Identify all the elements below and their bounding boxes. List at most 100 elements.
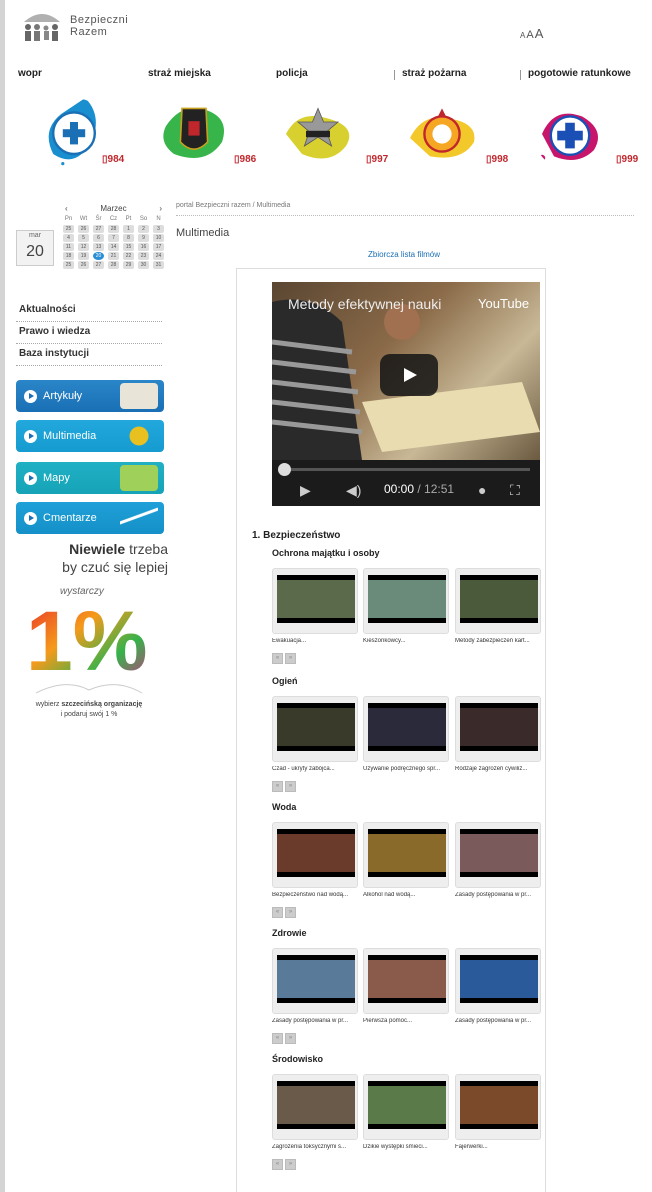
calendar-day[interactable]: 29 (121, 261, 136, 270)
progress-knob[interactable] (278, 463, 291, 476)
calendar-day[interactable]: 1 (121, 225, 136, 234)
video-caption[interactable]: Zasady postępowania w pr... (455, 1018, 543, 1024)
calendar-day[interactable]: 4 (61, 234, 76, 243)
calendar-day[interactable]: 17 (151, 243, 166, 252)
calendar-day[interactable]: 15 (121, 243, 136, 252)
service-policja[interactable]: policja ▯997 (276, 68, 402, 188)
pager-next-button[interactable]: » (285, 907, 296, 918)
play-control-icon[interactable]: ▶ (300, 482, 311, 499)
calendar-day[interactable]: 31 (151, 261, 166, 270)
video-caption[interactable]: Czad - ukryty zabójca... (272, 766, 360, 772)
volume-icon[interactable]: ◀) (346, 482, 361, 499)
play-icon[interactable] (380, 354, 438, 396)
pager-prev-button[interactable]: « (272, 907, 283, 918)
video-thumbnail[interactable] (272, 696, 358, 762)
pager-next-button[interactable]: » (285, 653, 296, 664)
clock-icon[interactable]: ● (478, 482, 486, 498)
video-thumbnail[interactable] (363, 568, 449, 634)
calendar-day[interactable]: 8 (121, 234, 136, 243)
pager-next-button[interactable]: » (285, 781, 296, 792)
video-thumbnail[interactable] (455, 568, 541, 634)
multimedia-button[interactable]: Multimedia (16, 420, 164, 452)
video-thumbnail[interactable] (272, 822, 358, 888)
video-caption[interactable]: Używanie podręcznego spr... (363, 766, 451, 772)
youtube-logo[interactable]: YouTube (478, 296, 529, 311)
calendar-day[interactable]: 22 (121, 252, 136, 261)
nav-item-aktualnosci[interactable]: Aktualności (16, 300, 162, 322)
calendar-day[interactable]: 25 (61, 261, 76, 270)
video-caption[interactable]: Fajerwerki... (455, 1144, 543, 1150)
calendar-day[interactable]: 21 (106, 252, 121, 261)
video-thumbnail[interactable] (363, 696, 449, 762)
calendar-day[interactable]: 13 (91, 243, 106, 252)
nav-item-prawo[interactable]: Prawo i wiedza (16, 322, 162, 344)
font-large-button[interactable]: A (535, 26, 544, 41)
calendar-day[interactable]: 23 (136, 252, 151, 261)
service-straz-miejska[interactable]: straż miejska ▯986 (148, 68, 274, 188)
video-caption[interactable]: Kieszonkowcy... (363, 638, 451, 644)
video-title[interactable]: Metody efektywnej nauki (288, 296, 441, 312)
calendar-day[interactable]: 2 (136, 225, 151, 234)
calendar-day[interactable]: 27 (91, 225, 106, 234)
font-small-button[interactable]: A (520, 31, 525, 40)
video-caption[interactable]: Rodzaje zagrożeń cywiliz... (455, 766, 543, 772)
calendar-day[interactable]: 6 (91, 234, 106, 243)
video-caption[interactable]: Pierwsza pomoc... (363, 1018, 451, 1024)
calendar-prev-button[interactable]: ‹ (65, 204, 68, 216)
video-caption[interactable]: Dzikie występki śmieci... (363, 1144, 451, 1150)
calendar-day[interactable]: 26 (76, 261, 91, 270)
calendar-day[interactable]: 28 (106, 225, 121, 234)
calendar-day[interactable]: 24 (151, 252, 166, 261)
video-thumbnail[interactable] (455, 1074, 541, 1140)
service-pogotowie[interactable]: pogotowie ratunkowe ▯999 (520, 68, 652, 188)
video-thumbnail[interactable] (363, 1074, 449, 1140)
video-caption[interactable]: Bezpieczeństwo nad wodą... (272, 892, 360, 898)
video-caption[interactable]: Ewakuacja... (272, 638, 360, 644)
progress-bar[interactable] (282, 468, 530, 471)
one-percent-graphic[interactable]: 1% (26, 594, 152, 708)
pager-prev-button[interactable]: « (272, 1159, 283, 1170)
calendar-day[interactable]: 27 (91, 261, 106, 270)
calendar-day[interactable]: 7 (106, 234, 121, 243)
video-thumbnail[interactable] (272, 568, 358, 634)
service-wopr[interactable]: wopr ▯984 (18, 68, 144, 188)
calendar-day[interactable]: 9 (136, 234, 151, 243)
pager-next-button[interactable]: » (285, 1033, 296, 1044)
calendar-day[interactable]: 28 (106, 261, 121, 270)
calendar-day[interactable]: 19 (76, 252, 91, 261)
pager-next-button[interactable]: » (285, 1159, 296, 1170)
video-player[interactable]: Metody efektywnej nauki YouTube ▶ ◀) 00:… (272, 282, 540, 506)
calendar-day[interactable]: 10 (151, 234, 166, 243)
calendar-day[interactable]: 18 (61, 252, 76, 261)
video-thumbnail[interactable] (272, 1074, 358, 1140)
mapy-button[interactable]: Mapy (16, 462, 164, 494)
video-caption[interactable]: Alkohol nad wodą... (363, 892, 451, 898)
video-caption[interactable]: Metody zabezpieczeń kart... (455, 638, 543, 644)
font-medium-button[interactable]: A (526, 29, 533, 41)
full-list-link[interactable]: Zbiorcza lista filmów (368, 250, 440, 259)
site-logo[interactable]: Bezpieczni Razem (20, 10, 128, 42)
service-straz-pozarna[interactable]: straż pożarna ▯998 (394, 68, 528, 188)
calendar-day[interactable]: 26 (76, 225, 91, 234)
calendar-day[interactable]: 11 (61, 243, 76, 252)
pager-prev-button[interactable]: « (272, 781, 283, 792)
video-caption[interactable]: Zasady postępowania w pr... (272, 1018, 360, 1024)
calendar-day[interactable]: 25 (61, 225, 76, 234)
calendar-next-button[interactable]: › (159, 204, 162, 216)
breadcrumb[interactable]: portal Bezpieczni razem / Multimedia (176, 202, 634, 216)
calendar-day[interactable]: 5 (76, 234, 91, 243)
video-caption[interactable]: Zasady postępowania w pr... (455, 892, 543, 898)
calendar-day[interactable]: 12 (76, 243, 91, 252)
cmentarze-button[interactable]: Cmentarze (16, 502, 164, 534)
video-thumbnail[interactable] (455, 948, 541, 1014)
video-caption[interactable]: Zagrożenia toksycznymi ś... (272, 1144, 360, 1150)
video-thumbnail[interactable] (455, 696, 541, 762)
video-thumbnail[interactable] (272, 948, 358, 1014)
pager-prev-button[interactable]: « (272, 1033, 283, 1044)
calendar-day[interactable]: 14 (106, 243, 121, 252)
video-thumbnail[interactable] (455, 822, 541, 888)
fullscreen-icon[interactable]: ⛶ (510, 482, 520, 499)
calendar-day[interactable]: 3 (151, 225, 166, 234)
pager-prev-button[interactable]: « (272, 653, 283, 664)
artykuly-button[interactable]: Artykuły (16, 380, 164, 412)
